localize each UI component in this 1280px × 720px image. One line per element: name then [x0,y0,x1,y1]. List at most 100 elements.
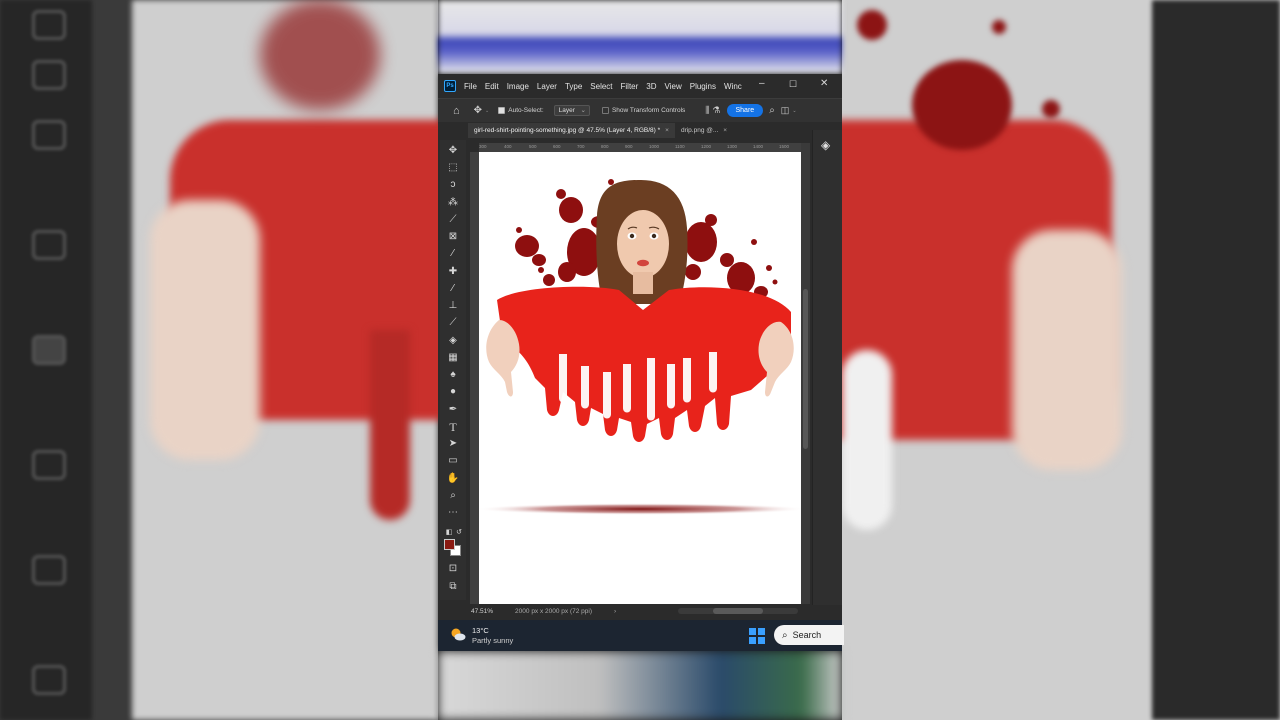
menu-filter[interactable]: Filter [621,82,639,91]
neck [633,272,653,294]
bg-tool-shape [32,120,66,150]
status-menu-chevron-icon[interactable]: › [614,608,616,615]
clone-stamp-icon[interactable]: ⊥ [446,299,460,313]
status-bar: 47.51% 2000 px x 2000 px (72 ppi) › [468,604,812,618]
screen-mode-icon[interactable]: ⧉ [446,580,460,594]
flask-icon[interactable]: ⚗ [712,105,720,116]
home-icon[interactable]: ⌂ [453,105,460,117]
gradient-tool-icon[interactable]: ▦ [446,351,460,365]
menu-window[interactable]: Winc [724,82,742,91]
more-tools-icon[interactable]: ⋯ [446,506,460,520]
layers-panel-icon[interactable]: ◈ [821,138,830,152]
foreground-color-swatch[interactable] [444,539,455,550]
bg-hand [1012,230,1122,470]
history-brush-icon[interactable]: ⟋ [446,316,460,330]
bg-tool-shape [32,230,66,260]
auto-select-toggle[interactable]: Auto-Select: [498,107,544,114]
dodge-tool-icon[interactable]: ● [446,385,460,399]
zoom-tool-icon[interactable]: ⌕ [446,489,460,503]
vertical-scroll-thumb[interactable] [803,289,808,449]
bg-tool-shape [32,450,66,480]
tools-panel: ✥ ⬚ ↄ ⁂ ⟋ ⊠ ⁄ ✚ ⁄ ⊥ ⟋ ◈ ▦ ♠ ● ✒ T ➤ ▭ ✋ … [440,140,466,600]
eraser-tool-icon[interactable]: ◈ [446,334,460,348]
weather-temperature[interactable]: 13°C [472,626,489,635]
auto-select-label: Auto-Select: [508,107,544,114]
partly-sunny-icon[interactable] [450,627,466,641]
auto-select-checkbox[interactable] [498,107,506,114]
workspace-chevron-icon[interactable]: ⌄ [792,108,796,114]
align-icon[interactable]: ⫼ [705,105,709,116]
lasso-tool-icon[interactable]: ↄ [446,178,460,192]
horizontal-scroll-thumb[interactable] [713,608,763,614]
tab-close-icon[interactable]: × [723,127,727,134]
path-select-icon[interactable]: ➤ [446,437,460,451]
quick-selection-icon[interactable]: ⟋ [446,213,460,227]
bg-hand [150,200,260,460]
windows-taskbar: 13°C Partly sunny ⌕ Search [438,620,844,651]
right-pupil [651,233,657,239]
left-hand [486,320,520,397]
tool-preset-chevron-icon[interactable]: ⌄ [485,108,489,114]
hand-tool-icon[interactable]: ✋ [446,472,460,486]
rectangle-tool-icon[interactable]: ▭ [446,454,460,468]
background-blur-top [438,0,842,74]
ruler-tick: 600 [553,144,561,149]
swap-colors-icon[interactable]: ↺ [452,526,466,540]
menu-edit[interactable]: Edit [485,82,499,91]
search-icon[interactable]: ⌕ [769,105,775,116]
weather-condition[interactable]: Partly sunny [472,636,513,645]
document-canvas[interactable] [479,152,801,604]
photoshop-window: Ps File Edit Image Layer Type Select Fil… [438,74,842,620]
menu-file[interactable]: File [464,82,477,91]
canvas-artwork [479,179,801,515]
menu-view[interactable]: View [665,82,682,91]
bg-splat [912,60,1012,150]
canvas-area[interactable] [479,152,801,604]
auto-select-target-value: Layer [558,107,575,114]
close-button[interactable]: ✕ [820,79,828,89]
menu-plugins[interactable]: Plugins [690,82,716,91]
pen-tool-icon[interactable]: ✒ [446,403,460,417]
healing-brush-icon[interactable]: ✚ [446,265,460,279]
tab-girl-red-shirt[interactable]: girl-red-shirt-pointing-something.jpg @ … [468,123,675,138]
bg-splat [1042,100,1060,118]
tab-drip[interactable]: drip.png @... × [675,123,733,138]
menu-select[interactable]: Select [590,82,612,91]
menu-3d[interactable]: 3D [646,82,656,91]
minimize-button[interactable]: – [759,79,765,89]
red-shirt [497,286,791,442]
ruler-tick: 1300 [727,144,738,149]
marquee-tool-icon[interactable]: ⬚ [446,161,460,175]
quick-mask-icon[interactable]: ⊡ [446,562,460,576]
menu-type[interactable]: Type [565,82,582,91]
vertical-scrollbar[interactable] [801,143,810,604]
brush-tool-icon[interactable]: ⁄ [446,282,460,296]
options-bar: ⌂ ✥ ⌄ Auto-Select: Layer ⌄ Show Transfor… [438,98,842,122]
document-size: 2000 px x 2000 px (72 ppi) [515,607,593,615]
auto-select-target-dropdown[interactable]: Layer ⌄ [553,105,590,116]
windows-start-icon[interactable] [749,628,765,644]
ruler-tick: 300 [479,144,487,149]
blur-tool-icon[interactable]: ♠ [446,368,460,382]
share-button[interactable]: Share [726,104,764,117]
show-transform-checkbox[interactable] [601,107,609,114]
background-blur-right [842,0,1280,720]
zoom-level[interactable]: 47.51% [471,608,493,615]
maximize-button[interactable]: ☐ [789,79,797,89]
move-tool-icon[interactable]: ✥ [446,144,460,158]
show-transform-toggle[interactable]: Show Transform Controls [601,107,685,114]
bg-drip [370,330,410,520]
magic-wand-icon[interactable]: ⁂ [446,196,460,210]
tab-title: drip.png @... [680,127,719,134]
horizontal-scrollbar[interactable] [678,608,798,614]
menu-layer[interactable]: Layer [537,82,557,91]
menu-image[interactable]: Image [507,82,529,91]
ruler-tick: 1100 [675,144,685,149]
taskbar-search[interactable]: ⌕ Search [774,625,844,645]
eyedropper-tool-icon[interactable]: ⁄ [446,247,460,261]
tab-close-icon[interactable]: × [665,127,669,134]
move-tool-options-icon[interactable]: ✥ [474,105,482,116]
type-tool-icon[interactable]: T [446,420,460,434]
workspace-icon[interactable]: ◫ [781,105,790,116]
frame-tool-icon[interactable]: ⊠ [446,230,460,244]
